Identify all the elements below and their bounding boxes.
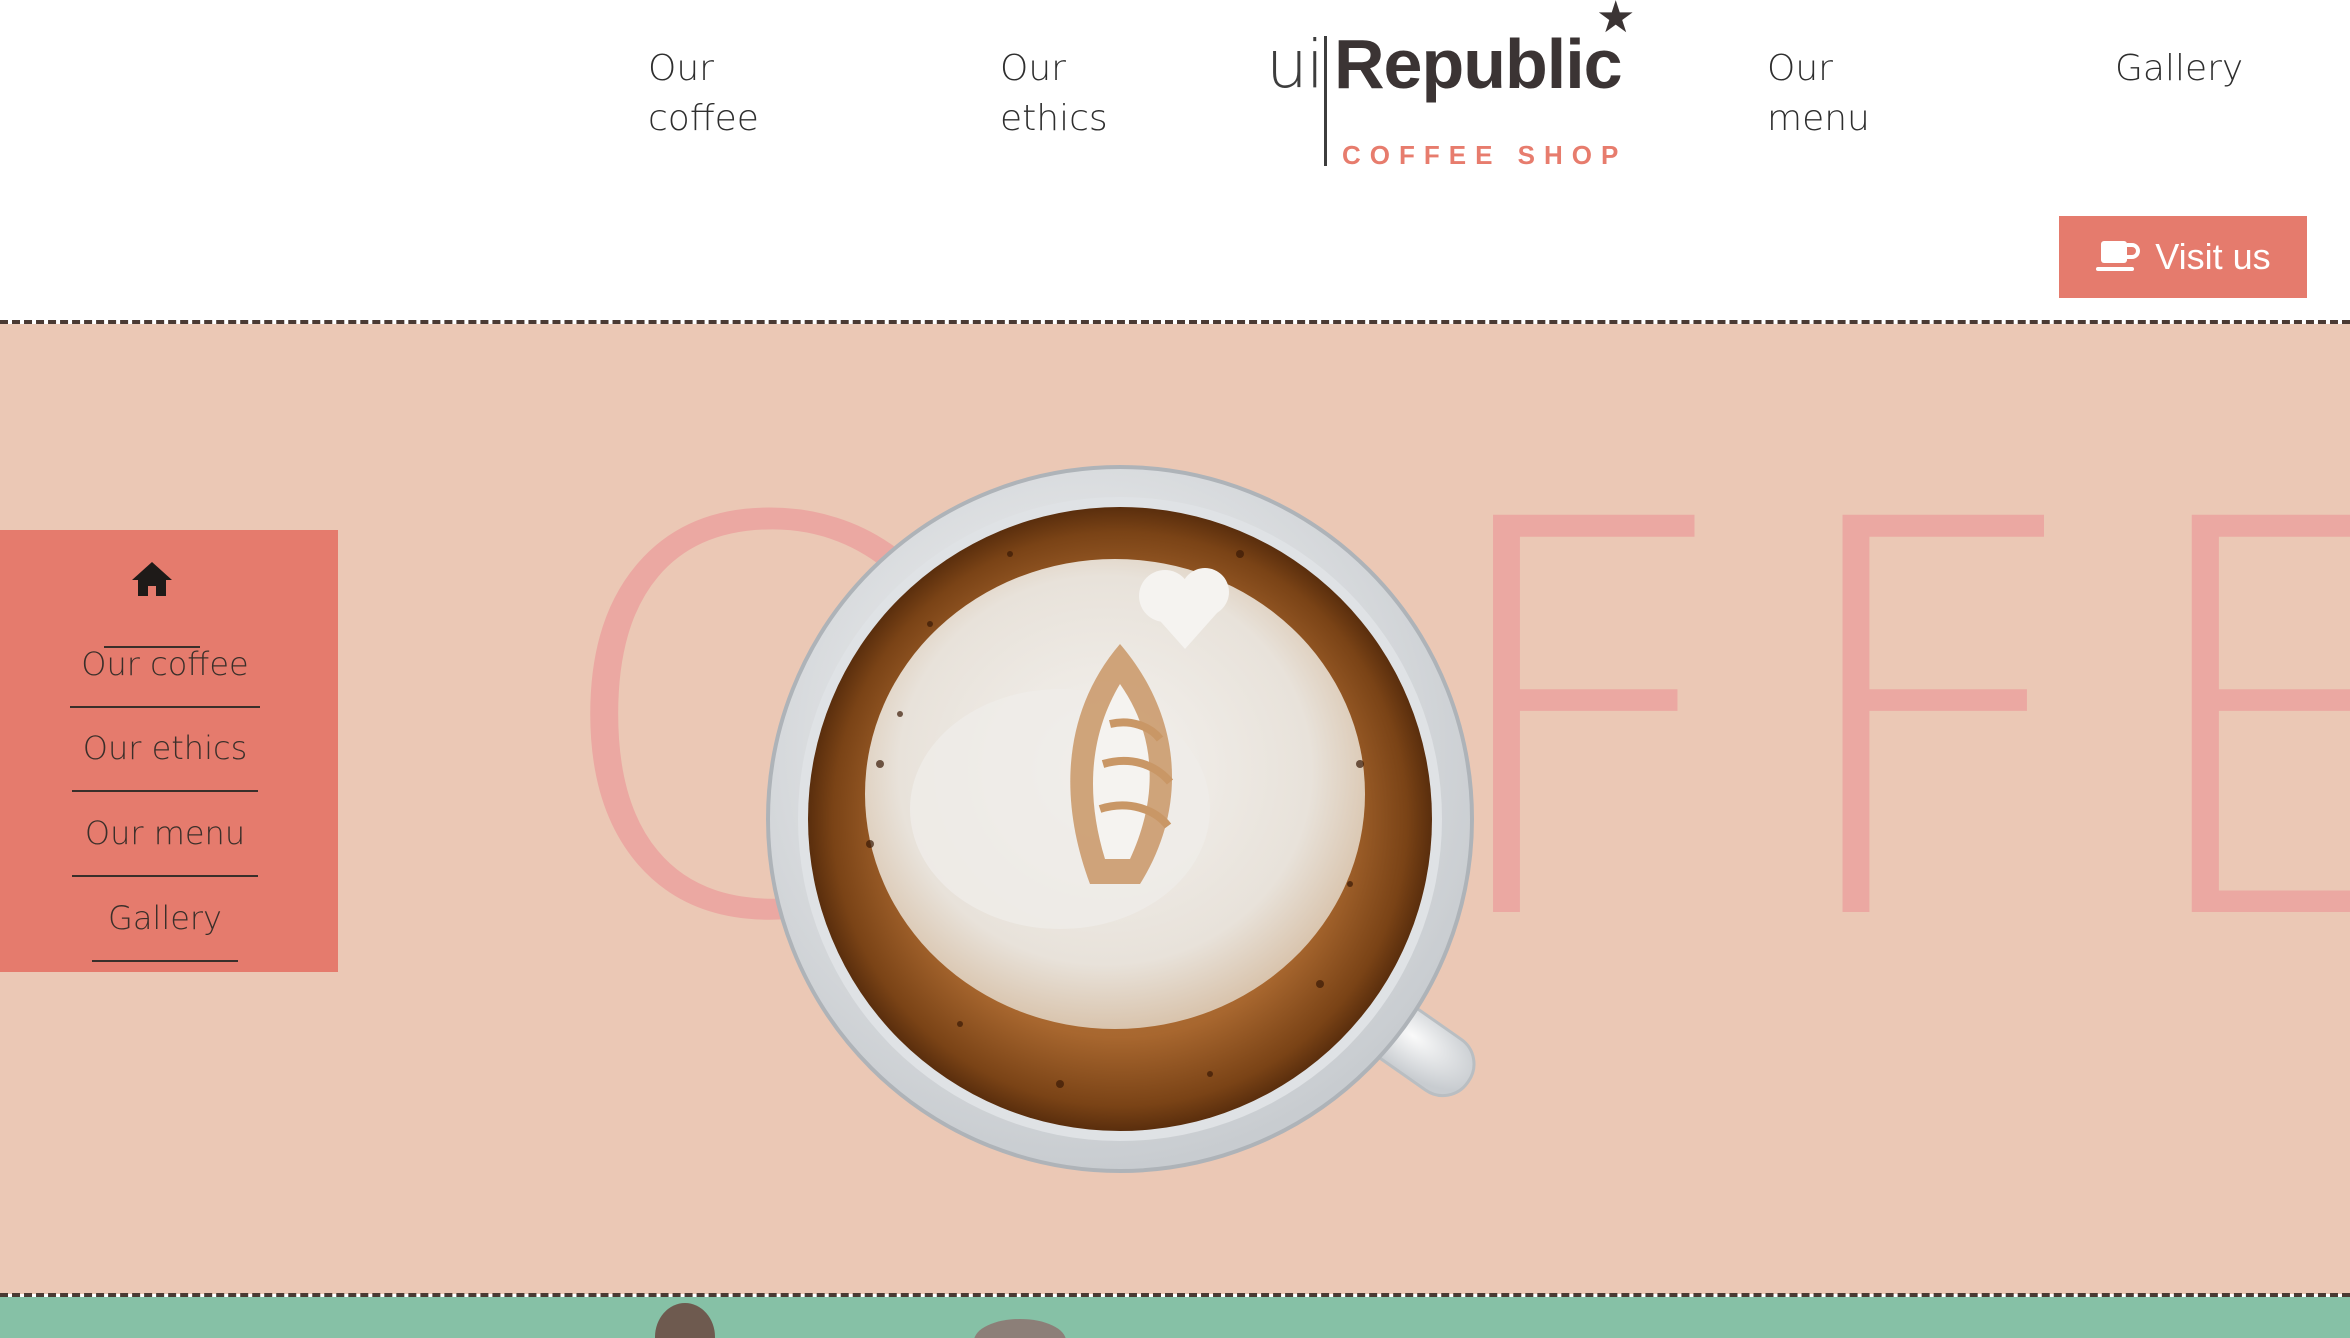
side-home-link[interactable] <box>104 550 200 648</box>
logo-prefix: ui <box>1266 26 1324 103</box>
nav-our-menu-line1: Our <box>1767 48 1833 89</box>
site-logo[interactable]: ui Republic ★ COFFEE SHOP <box>1262 0 1662 170</box>
home-icon <box>132 562 172 596</box>
next-section-strip <box>0 1297 2350 1338</box>
side-item-our-menu[interactable]: Our menu <box>72 813 258 877</box>
side-menu: Our coffee Our ethics Our menu Gallery <box>0 530 338 972</box>
logo-name: Republic <box>1334 25 1623 103</box>
nav-our-menu[interactable]: Our menu <box>1767 44 1870 144</box>
latte-cup-image <box>766 465 1476 1173</box>
star-icon: ★ <box>1596 0 1636 42</box>
nav-our-coffee[interactable]: Our coffee <box>648 44 759 144</box>
hero-section: COFFEE ? <box>0 324 2350 1294</box>
hero-divider <box>0 1293 2350 1297</box>
nav-our-coffee-line1: Our <box>648 48 714 89</box>
coffee-beans-image <box>655 1303 1066 1338</box>
logo-tagline: COFFEE SHOP <box>1342 140 1628 170</box>
visit-us-label: Visit us <box>2155 236 2271 277</box>
site-header: Our coffee Our ethics ui Republic ★ COFF… <box>0 0 2350 323</box>
coffee-cup-icon <box>2096 241 2141 271</box>
nav-our-menu-line2: menu <box>1767 98 1870 139</box>
side-item-our-coffee[interactable]: Our coffee <box>70 644 260 708</box>
side-item-our-ethics[interactable]: Our ethics <box>72 728 258 792</box>
nav-our-ethics-line1: Our <box>1000 48 1066 89</box>
visit-us-button[interactable]: Visit us <box>2059 216 2307 298</box>
nav-our-ethics[interactable]: Our ethics <box>1000 44 1108 144</box>
nav-our-coffee-line2: coffee <box>648 98 759 139</box>
side-item-gallery[interactable]: Gallery <box>92 898 238 962</box>
nav-gallery-label: Gallery <box>2115 48 2244 89</box>
logo-divider <box>1324 36 1327 166</box>
nav-gallery[interactable]: Gallery <box>2115 44 2243 94</box>
nav-our-ethics-line2: ethics <box>1000 98 1108 139</box>
